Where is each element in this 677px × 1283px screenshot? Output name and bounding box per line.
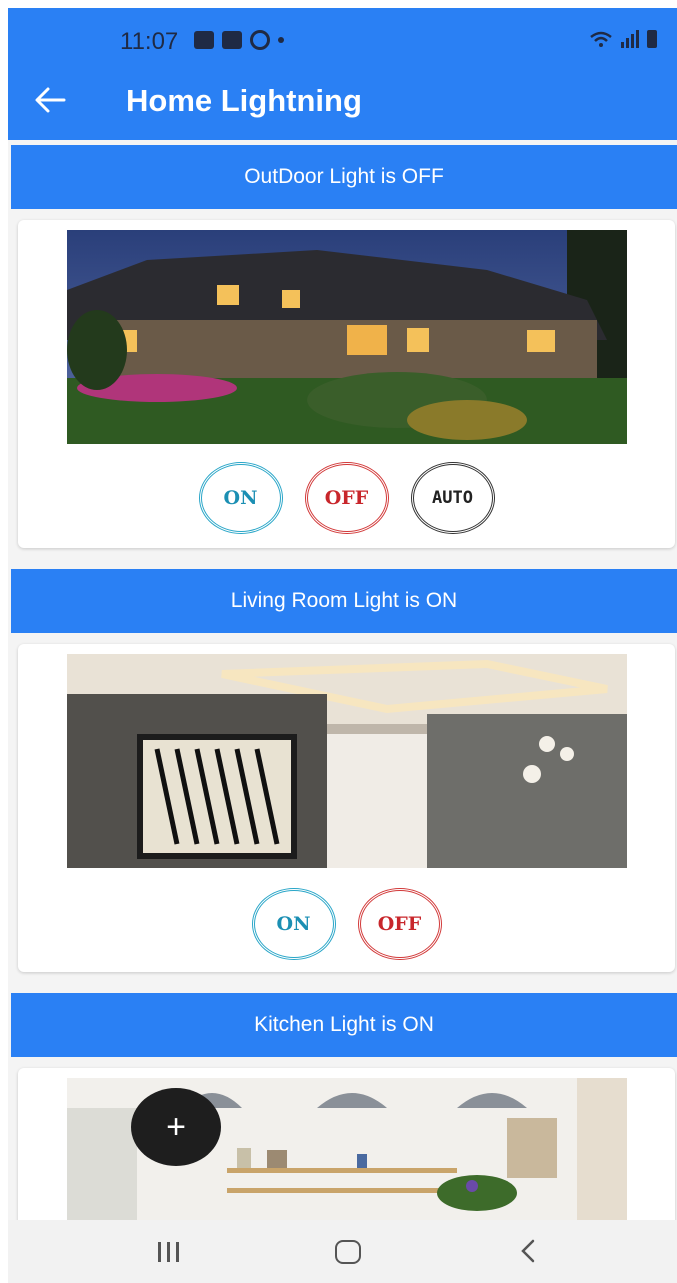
sync-notification-icon xyxy=(250,30,270,50)
plus-icon: + xyxy=(166,1107,186,1146)
living-room-off-button[interactable]: OFF xyxy=(357,888,442,960)
recents-icon[interactable] xyxy=(158,1242,179,1262)
living-room-photo xyxy=(67,654,627,868)
outdoor-on-button[interactable]: ON xyxy=(198,462,283,534)
system-nav-bar xyxy=(8,1220,677,1283)
outdoor-status-text: OutDoor Light is OFF xyxy=(244,165,444,188)
living-room-button-row: ON OFF xyxy=(18,888,675,960)
outdoor-status-header: OutDoor Light is OFF xyxy=(11,145,677,209)
outdoor-auto-button[interactable]: AUTO xyxy=(410,462,495,534)
signal-icon xyxy=(621,30,639,48)
more-notifications-icon xyxy=(278,37,284,43)
kitchen-status-header: Kitchen Light is ON xyxy=(11,993,677,1057)
outdoor-light-card: ON OFF AUTO xyxy=(18,220,675,548)
outdoor-button-row: ON OFF AUTO xyxy=(18,462,675,534)
app-screen: 11:07 Home Lightning OutDoor Light is OF… xyxy=(8,8,677,1283)
home-icon[interactable] xyxy=(335,1240,361,1264)
add-fab-button[interactable]: + xyxy=(131,1088,221,1166)
living-room-on-button[interactable]: ON xyxy=(251,888,336,960)
living-room-status-text: Living Room Light is ON xyxy=(230,589,458,612)
battery-icon xyxy=(647,30,657,48)
wifi-icon xyxy=(590,31,612,47)
outdoor-off-button[interactable]: OFF xyxy=(304,462,389,534)
app-bar: 11:07 Home Lightning xyxy=(8,8,677,140)
arrow-left-icon[interactable] xyxy=(34,86,66,114)
living-room-status-header: Living Room Light is ON xyxy=(11,569,677,633)
outdoor-house-photo xyxy=(67,230,627,444)
kitchen-status-text: Kitchen Light is ON xyxy=(254,1013,434,1036)
page-title: Home Lightning xyxy=(126,83,362,118)
status-bar: 11:07 xyxy=(8,8,677,70)
back-icon[interactable] xyxy=(516,1238,540,1264)
living-room-light-card: ON OFF xyxy=(18,644,675,972)
youtube-notification-icon xyxy=(222,31,242,49)
gallery-notification-icon xyxy=(194,31,214,49)
status-time: 11:07 xyxy=(120,28,179,55)
